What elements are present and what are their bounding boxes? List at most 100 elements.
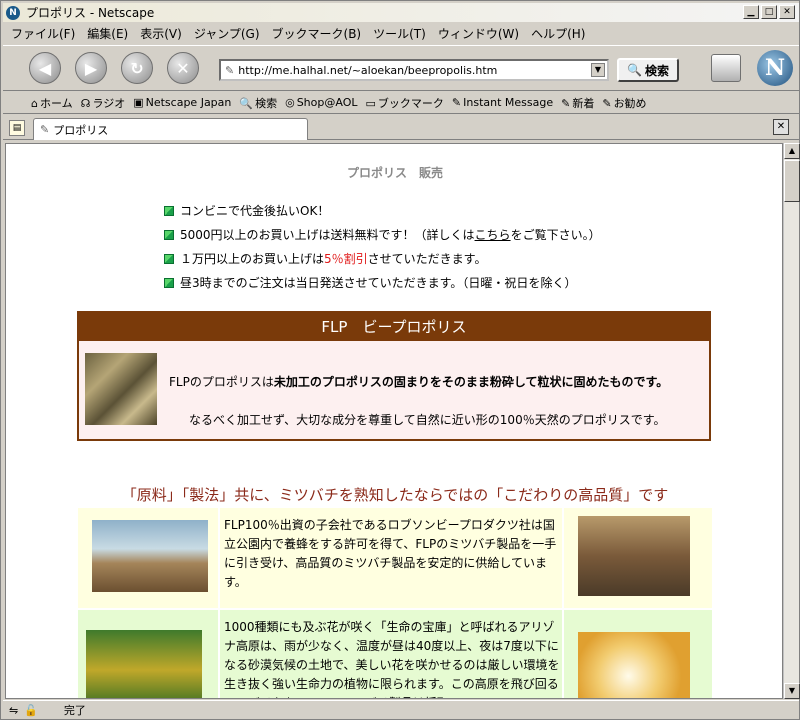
address-bar[interactable]: ✎ http://me.halhal.net/~aloekan/beepropo… [219,59,609,81]
bullet-square-icon [164,206,174,216]
cell-divider [562,610,564,698]
close-tab-button[interactable]: ✕ [773,119,789,135]
minimize-button[interactable]: ▁ [743,5,759,19]
menu-bar: ファイル(F) 編集(E) 表示(V) ジャンプ(G) ブックマーク(B) ツー… [3,23,799,43]
page-icon: ✎ [225,63,235,77]
search-icon: 🔍 [239,96,254,110]
tab-bar: ▤ ✎ プロポリス ✕ [3,116,799,140]
address-url: http://me.halhal.net/~aloekan/beepropoli… [238,63,498,77]
menu-edit[interactable]: 編集(E) [87,25,128,42]
status-text: 完了 [63,704,86,717]
menu-file[interactable]: ファイル(F) [11,25,75,42]
quality-headline: 「原料」「製法」共に、ミツバチを熟知したならではの「こだわりの高品質」です [121,486,669,504]
product-description: FLPのプロポリスは未加工のプロポリスの固まりをそのまま粉砕して粒状に固めたもの… [169,373,668,390]
close-button[interactable]: ✕ [779,5,795,19]
bookmark-new-label: 新着 [572,96,595,110]
bookmark-netscape-japan[interactable]: ▣ Netscape Japan [133,96,231,109]
bookmark-recommend-label: お勧め [613,96,647,110]
window-title: プロポリス - Netscape [26,6,155,20]
stop-button[interactable]: ✕ [167,52,199,84]
bookmark-netscape-japan-label: Netscape Japan [145,96,232,109]
forward-button[interactable]: ▶ [75,52,107,84]
bookmark-folder[interactable]: ▭ ブックマーク [366,95,444,111]
personal-toolbar: ⌂ ホーム ☊ ラジオ ▣ Netscape Japan 🔍 検索 ◎ Shop@AOL … [3,92,799,114]
product-note: なるべく加工せず、大切な成分を尊重して自然に近い形の100％天然のプロポリスです… [189,413,666,427]
bookmark-recommend[interactable]: ✎ お勧め [602,95,646,111]
reload-button[interactable]: ↻ [121,52,153,84]
menu-view[interactable]: 表示(V) [140,25,182,42]
info-text: 1000種類にも及ぶ花が咲く「生命の宝庫」と呼ばれるアリゾナ高原は、雨が少なく、… [224,620,560,698]
offline-icon[interactable]: ⇋ [9,704,18,717]
bookmark-radio[interactable]: ☊ ラジオ [81,95,126,111]
cell-divider [218,610,220,698]
list-item: 5000円以上のお買い上げは送料無料です！（詳しくは こちら をご覧下さい。） [164,226,601,250]
netscape-throbber-icon[interactable]: N [757,50,793,86]
propolis-image [85,353,157,425]
vertical-scrollbar[interactable]: ▲ ▼ [783,143,800,699]
bullet-text: 5000円以上のお買い上げは送料無料です！（詳しくは [180,228,475,242]
my-icon: ▣ [133,96,144,109]
folder-icon: ▭ [365,96,376,110]
bookmark-icon: ✎ [451,96,462,109]
bookmark-new[interactable]: ✎ 新着 [561,95,594,111]
bullet-text-suffix: をご覧下さい。） [510,228,601,242]
menu-help[interactable]: ヘルプ(H) [531,25,585,42]
forward-arrow-icon: ▶ [84,58,98,78]
browser-window: N プロポリス - Netscape ▁ □ ✕ ファイル(F) 編集(E) 表… [0,0,800,720]
bullet-text: １万円以上のお買い上げは [180,252,325,266]
bullet-square-icon [164,230,174,240]
menu-window[interactable]: ウィンドウ(W) [438,25,519,42]
list-item: コンビニで代金後払いOK！ [164,202,601,226]
tab-label: プロポリス [53,123,109,137]
print-icon[interactable] [711,54,741,82]
beekeeping-image [578,516,690,596]
bullet-square-icon [164,254,174,264]
search-button[interactable]: 🔍 検索 [617,58,679,82]
bookmark-search[interactable]: 🔍 検索 [239,95,277,111]
new-tab-icon[interactable]: ▤ [9,120,25,136]
bookmark-search-label: 検索 [255,96,278,110]
info-row: 1000種類にも及ぶ花が咲く「生命の宝庫」と呼ばれるアリゾナ高原は、雨が少なく、… [78,610,712,698]
menu-go[interactable]: ジャンプ(G) [194,25,260,42]
address-dropdown-button[interactable]: ▼ [591,63,605,77]
list-item: １万円以上のお買い上げは 5％割引 させていただきます。 [164,250,601,274]
cell-divider [218,508,220,608]
home-icon: ⌂ [31,96,38,110]
bookmark-instant-message[interactable]: ✎ Instant Message [452,96,553,109]
bookmark-shop-aol[interactable]: ◎ Shop@AOL [285,96,357,109]
bookmark-shop-aol-label: Shop@AOL [296,96,358,109]
security-icon[interactable]: 🔓 [24,704,38,717]
bookmark-home-label: ホーム [39,96,73,110]
bullet-square-icon [164,278,174,288]
list-item: 昼3時までのご注文は当日発送させていただきます。（日曜・祝日を除く） [164,274,601,298]
menu-bookmarks[interactable]: ブックマーク(B) [272,25,362,42]
magnifier-icon: 🔍 [627,63,642,77]
bookmark-instant-message-label: Instant Message [463,96,554,109]
bookmark-radio-label: ラジオ [92,96,126,110]
feature-list: コンビニで代金後払いOK！ 5000円以上のお買い上げは送料無料です！（詳しくは… [164,202,601,298]
menu-tools[interactable]: ツール(T) [373,25,426,42]
page-content: プロポリス 販売 コンビニで代金後払いOK！ 5000円以上のお買い上げは送料無… [5,143,783,699]
stop-icon: ✕ [176,58,190,78]
netscape-logo-icon: N [6,5,20,20]
details-link[interactable]: こちら [475,226,511,244]
info-row: FLP100％出資の子会社であるロブソンビープロダクツ社は国立公園内で養蜂をする… [78,508,712,608]
title-bar: N プロポリス - Netscape ▁ □ ✕ [3,3,799,22]
tab-propolis[interactable]: ✎ プロポリス [33,118,308,140]
page-title: プロポリス 販売 [346,166,443,180]
scroll-up-button[interactable]: ▲ [784,143,800,159]
search-button-label: 検索 [644,63,669,78]
headphones-icon: ☊ [80,96,91,110]
scroll-thumb[interactable] [784,160,800,202]
bookmark-home[interactable]: ⌂ ホーム [31,95,73,111]
back-button[interactable]: ◀ [29,52,61,84]
bullet-text-suffix: させていただきます。 [367,252,487,266]
page-icon: ✎ [40,123,50,136]
beekeeper-portrait-image [92,520,208,592]
flower-field-image [86,630,202,698]
back-arrow-icon: ◀ [38,58,52,78]
scroll-down-button[interactable]: ▼ [784,683,800,699]
maximize-button[interactable]: □ [761,5,777,19]
bookmark-icon: ✎ [561,96,571,110]
bullet-text: コンビニで代金後払いOK！ [180,204,330,218]
